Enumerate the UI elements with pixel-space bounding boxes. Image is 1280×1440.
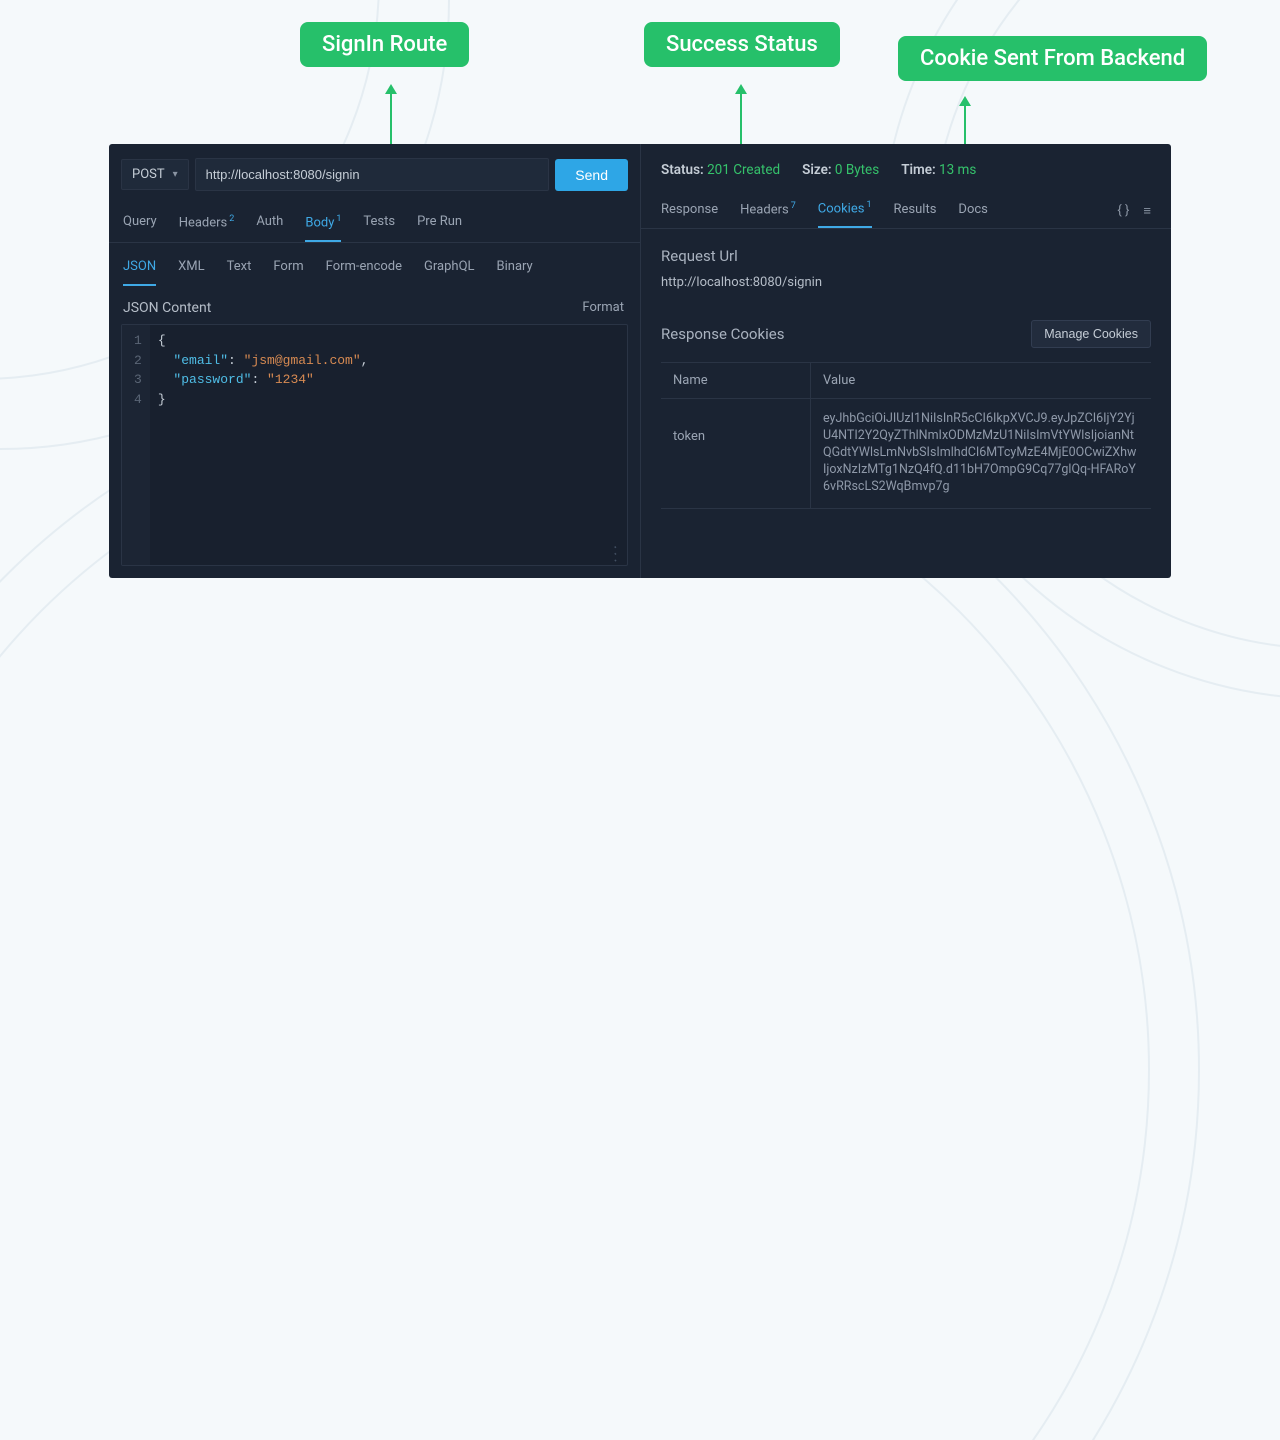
annotation-signin-route: SignIn Route [300,22,469,67]
braces-icon[interactable]: { } [1117,203,1129,219]
status-label: Status: [661,162,704,178]
tab-label: Cookies [818,201,865,216]
subtab-graphql[interactable]: GraphQL [424,255,474,286]
col-name: Name [661,363,811,398]
json-content-header: JSON Content Format [109,286,640,324]
tab-cookies[interactable]: Cookies1 [818,194,872,228]
request-pane: POST ▾ Send Query Headers2 Auth Body1 Te… [109,144,641,578]
menu-icon[interactable]: ≡ [1143,203,1151,219]
request-tabs: Query Headers2 Auth Body1 Tests Pre Run [109,203,640,243]
response-tabs: Response Headers7 Cookies1 Results Docs … [641,188,1171,229]
request-url-title: Request Url [641,229,1171,271]
json-editor[interactable]: 1234 { "email": "jsm@gmail.com", "passwo… [121,324,628,566]
format-button[interactable]: Format [582,300,624,316]
code-content: { "email": "jsm@gmail.com", "password": … [150,325,377,565]
tab-label: Body [305,215,334,230]
body-type-tabs: JSON XML Text Form Form-encode GraphQL B… [109,243,640,286]
tab-query[interactable]: Query [123,207,157,242]
size-value: 0 Bytes [835,162,879,178]
subtab-form-encode[interactable]: Form-encode [326,255,402,286]
badge: 7 [791,201,796,211]
annotation-success-status: Success Status [644,22,840,67]
tab-label: Headers [740,202,789,217]
tab-label: Headers [179,215,228,230]
subtab-xml[interactable]: XML [178,255,205,286]
tab-prerun[interactable]: Pre Run [417,207,462,242]
tab-docs[interactable]: Docs [958,196,987,227]
url-input[interactable] [195,158,550,191]
time-value: 13 ms [939,162,976,178]
tab-body[interactable]: Body1 [305,207,341,242]
api-client-panel: POST ▾ Send Query Headers2 Auth Body1 Te… [109,144,1171,578]
col-value: Value [811,363,1151,398]
annotation-arrow [390,92,392,147]
badge: 1 [336,214,341,224]
request-bar: POST ▾ Send [109,144,640,203]
response-cookies-title: Response Cookies [661,325,784,343]
send-button[interactable]: Send [555,159,628,191]
resize-handle-icon[interactable]: ⋰ [605,544,627,566]
subtab-json[interactable]: JSON [123,255,156,286]
table-row: token eyJhbGciOiJIUzI1NiIsInR5cCI6IkpXVC… [661,399,1151,508]
method-select[interactable]: POST ▾ [121,159,189,190]
tab-response-headers[interactable]: Headers7 [740,195,796,227]
time-label: Time: [901,162,935,178]
badge: 2 [229,214,234,224]
method-value: POST [132,167,165,182]
manage-cookies-button[interactable]: Manage Cookies [1031,320,1151,348]
subtab-form[interactable]: Form [273,255,303,286]
subtab-binary[interactable]: Binary [497,255,533,286]
json-content-title: JSON Content [123,300,211,316]
tab-auth[interactable]: Auth [256,207,283,242]
annotation-arrow [740,92,742,147]
cookie-table-header: Name Value [661,362,1151,399]
response-pane: Status: 201 Created Size: 0 Bytes Time: … [641,144,1171,578]
status-bar: Status: 201 Created Size: 0 Bytes Time: … [641,144,1171,188]
annotation-cookie-backend: Cookie Sent From Backend [898,36,1207,81]
cookie-table: Name Value token eyJhbGciOiJIUzI1NiIsInR… [661,362,1151,508]
subtab-text[interactable]: Text [227,255,252,286]
tab-response[interactable]: Response [661,196,718,227]
status-value: 201 Created [707,162,780,178]
chevron-down-icon: ▾ [173,169,178,180]
size-label: Size: [802,162,831,178]
request-url-value: http://localhost:8080/signin [641,271,1171,302]
tab-tests[interactable]: Tests [363,207,395,242]
tab-results[interactable]: Results [894,196,937,227]
cookie-name: token [661,399,811,507]
line-gutter: 1234 [122,325,150,565]
tab-headers[interactable]: Headers2 [179,207,235,242]
badge: 1 [866,200,871,210]
cookie-value: eyJhbGciOiJIUzI1NiIsInR5cCI6IkpXVCJ9.eyJ… [811,399,1151,507]
